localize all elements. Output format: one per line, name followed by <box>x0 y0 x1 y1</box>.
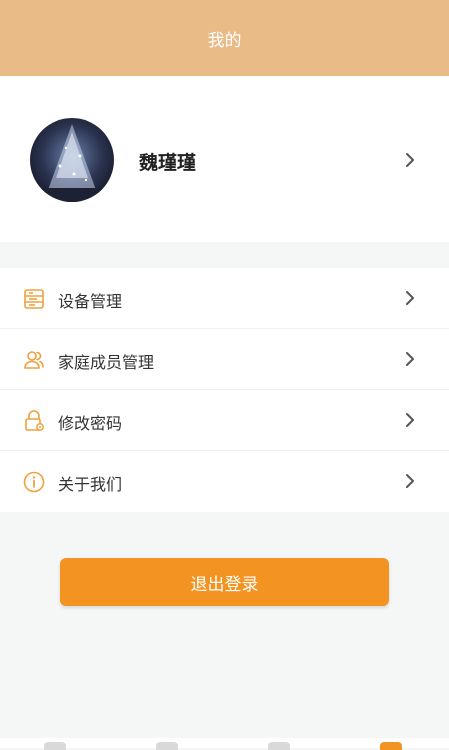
profile-card[interactable]: 魏瑾瑾 <box>0 76 449 242</box>
tab-device-icon[interactable] <box>156 742 178 750</box>
menu-item-change-password[interactable]: 修改密码 <box>0 390 449 451</box>
profile-name: 魏瑾瑾 <box>139 152 197 174</box>
tab-scene-icon[interactable] <box>268 742 290 750</box>
chevron-right-icon <box>403 289 417 307</box>
top-header: 我的 <box>0 0 449 76</box>
device-list-icon <box>22 287 46 311</box>
tab-home-icon[interactable] <box>44 742 66 750</box>
bottom-tab-bar <box>0 738 449 750</box>
avatar[interactable] <box>30 118 114 202</box>
chevron-right-icon <box>403 350 417 368</box>
menu-item-label: 家庭成员管理 <box>58 353 155 372</box>
page-title: 我的 <box>207 30 242 51</box>
info-icon <box>22 470 46 494</box>
family-members-icon <box>22 348 46 372</box>
menu-item-family-members[interactable]: 家庭成员管理 <box>0 329 449 390</box>
chevron-right-icon <box>403 411 417 429</box>
chevron-right-icon <box>403 151 417 169</box>
menu-item-label: 修改密码 <box>58 414 123 433</box>
tab-mine-icon[interactable] <box>380 742 402 750</box>
menu-item-about-us[interactable]: 关于我们 <box>0 451 449 512</box>
menu-item-device-management[interactable]: 设备管理 <box>0 268 449 329</box>
menu-item-label: 设备管理 <box>58 292 123 311</box>
lock-settings-icon <box>22 409 46 433</box>
menu-item-label: 关于我们 <box>58 475 123 494</box>
chevron-right-icon <box>403 472 417 490</box>
settings-menu: 设备管理 家庭成员管理 修改密码 关于我们 <box>0 268 449 512</box>
logout-button[interactable]: 退出登录 <box>60 558 389 606</box>
